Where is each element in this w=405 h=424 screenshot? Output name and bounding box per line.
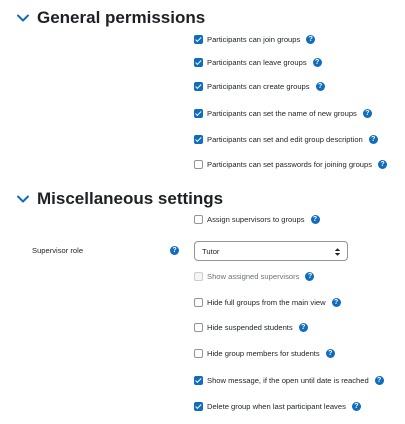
help-icon[interactable]: ? — [298, 322, 308, 332]
chevron-down-icon[interactable] — [14, 9, 32, 27]
checkbox-label: Participants can leave groups — [207, 57, 307, 67]
checkbox-label: Participants can set passwords for joini… — [207, 159, 373, 169]
help-icon[interactable]: ? — [305, 271, 315, 281]
help-icon[interactable]: ? — [306, 34, 316, 44]
help-icon[interactable]: ? — [368, 134, 378, 144]
chevron-down-icon[interactable] — [14, 190, 32, 208]
help-icon[interactable]: ? — [378, 159, 388, 169]
supervisor-role-label: Supervisor role — [32, 246, 84, 255]
checkbox[interactable] — [194, 134, 203, 144]
checkbox-row-create-groups[interactable]: Participants can create groups ? — [194, 79, 325, 93]
section-header-general-permissions[interactable]: General permissions — [14, 7, 205, 29]
section-title: General permissions — [37, 8, 206, 27]
section-title: Miscellaneous settings — [37, 189, 224, 208]
checkbox[interactable] — [194, 159, 203, 169]
checkbox-label: Participants can create groups — [207, 81, 310, 91]
checkbox-label: Hide group members for students — [207, 348, 320, 358]
checkbox-row-set-group-name[interactable]: Participants can set the name of new gro… — [194, 106, 372, 120]
checkbox-label: Participants can set and edit group desc… — [207, 134, 363, 144]
checkbox[interactable] — [194, 214, 203, 224]
checkbox-label: Show message, if the open until date is … — [207, 375, 369, 385]
checkbox[interactable] — [194, 81, 203, 91]
checkbox[interactable] — [194, 348, 203, 358]
checkbox[interactable] — [194, 375, 203, 385]
checkbox-label: Participants can join groups — [207, 34, 301, 44]
checkbox-row-set-passwords[interactable]: Participants can set passwords for joini… — [194, 157, 388, 171]
help-icon[interactable]: ? — [310, 214, 320, 224]
checkbox-row-delete-group-when-empty[interactable]: Delete group when last participant leave… — [194, 399, 361, 413]
sort-arrows-icon — [334, 248, 341, 256]
checkbox-label: Hide full groups from the main view — [207, 297, 326, 307]
checkbox-row-join-groups[interactable]: Participants can join groups ? — [194, 32, 316, 46]
checkbox[interactable] — [194, 108, 203, 118]
checkbox-row-hide-suspended-students[interactable]: Hide suspended students ? — [194, 320, 308, 334]
select-value: Tutor — [202, 246, 220, 256]
help-icon[interactable]: ? — [374, 375, 384, 385]
checkbox-row-edit-group-description[interactable]: Participants can set and edit group desc… — [194, 132, 378, 146]
supervisor-role-select[interactable]: Tutor — [194, 241, 348, 261]
checkbox-label: Participants can set the name of new gro… — [207, 108, 357, 118]
checkbox-row-hide-full-groups[interactable]: Hide full groups from the main view ? — [194, 295, 341, 309]
checkbox[interactable] — [194, 297, 203, 307]
checkbox[interactable] — [194, 34, 203, 44]
checkbox-row-show-assigned-supervisors[interactable]: Show assigned supervisors ? — [194, 269, 315, 283]
section-header-miscellaneous-settings[interactable]: Miscellaneous settings — [14, 188, 223, 210]
checkbox-label: Show assigned supervisors — [207, 271, 300, 281]
checkbox[interactable] — [194, 271, 203, 281]
checkbox-row-show-message-open-until[interactable]: Show message, if the open until date is … — [194, 373, 384, 387]
help-icon[interactable]: ? — [312, 57, 322, 67]
checkbox-row-hide-group-members[interactable]: Hide group members for students ? — [194, 346, 335, 360]
checkbox-row-leave-groups[interactable]: Participants can leave groups ? — [194, 55, 322, 69]
help-icon[interactable]: ? — [331, 297, 341, 307]
checkbox-label: Hide suspended students — [207, 322, 293, 332]
help-icon[interactable]: ? — [362, 108, 372, 118]
help-icon[interactable]: ? — [325, 348, 335, 358]
help-icon[interactable]: ? — [351, 401, 361, 411]
checkbox-row-assign-supervisors[interactable]: Assign supervisors to groups ? — [194, 212, 320, 226]
checkbox[interactable] — [194, 322, 203, 332]
help-icon[interactable]: ? — [170, 246, 179, 255]
checkbox[interactable] — [194, 401, 203, 411]
checkbox[interactable] — [194, 57, 203, 67]
help-icon[interactable]: ? — [315, 81, 325, 91]
checkbox-label: Assign supervisors to groups — [207, 214, 305, 224]
checkbox-label: Delete group when last participant leave… — [207, 401, 346, 411]
